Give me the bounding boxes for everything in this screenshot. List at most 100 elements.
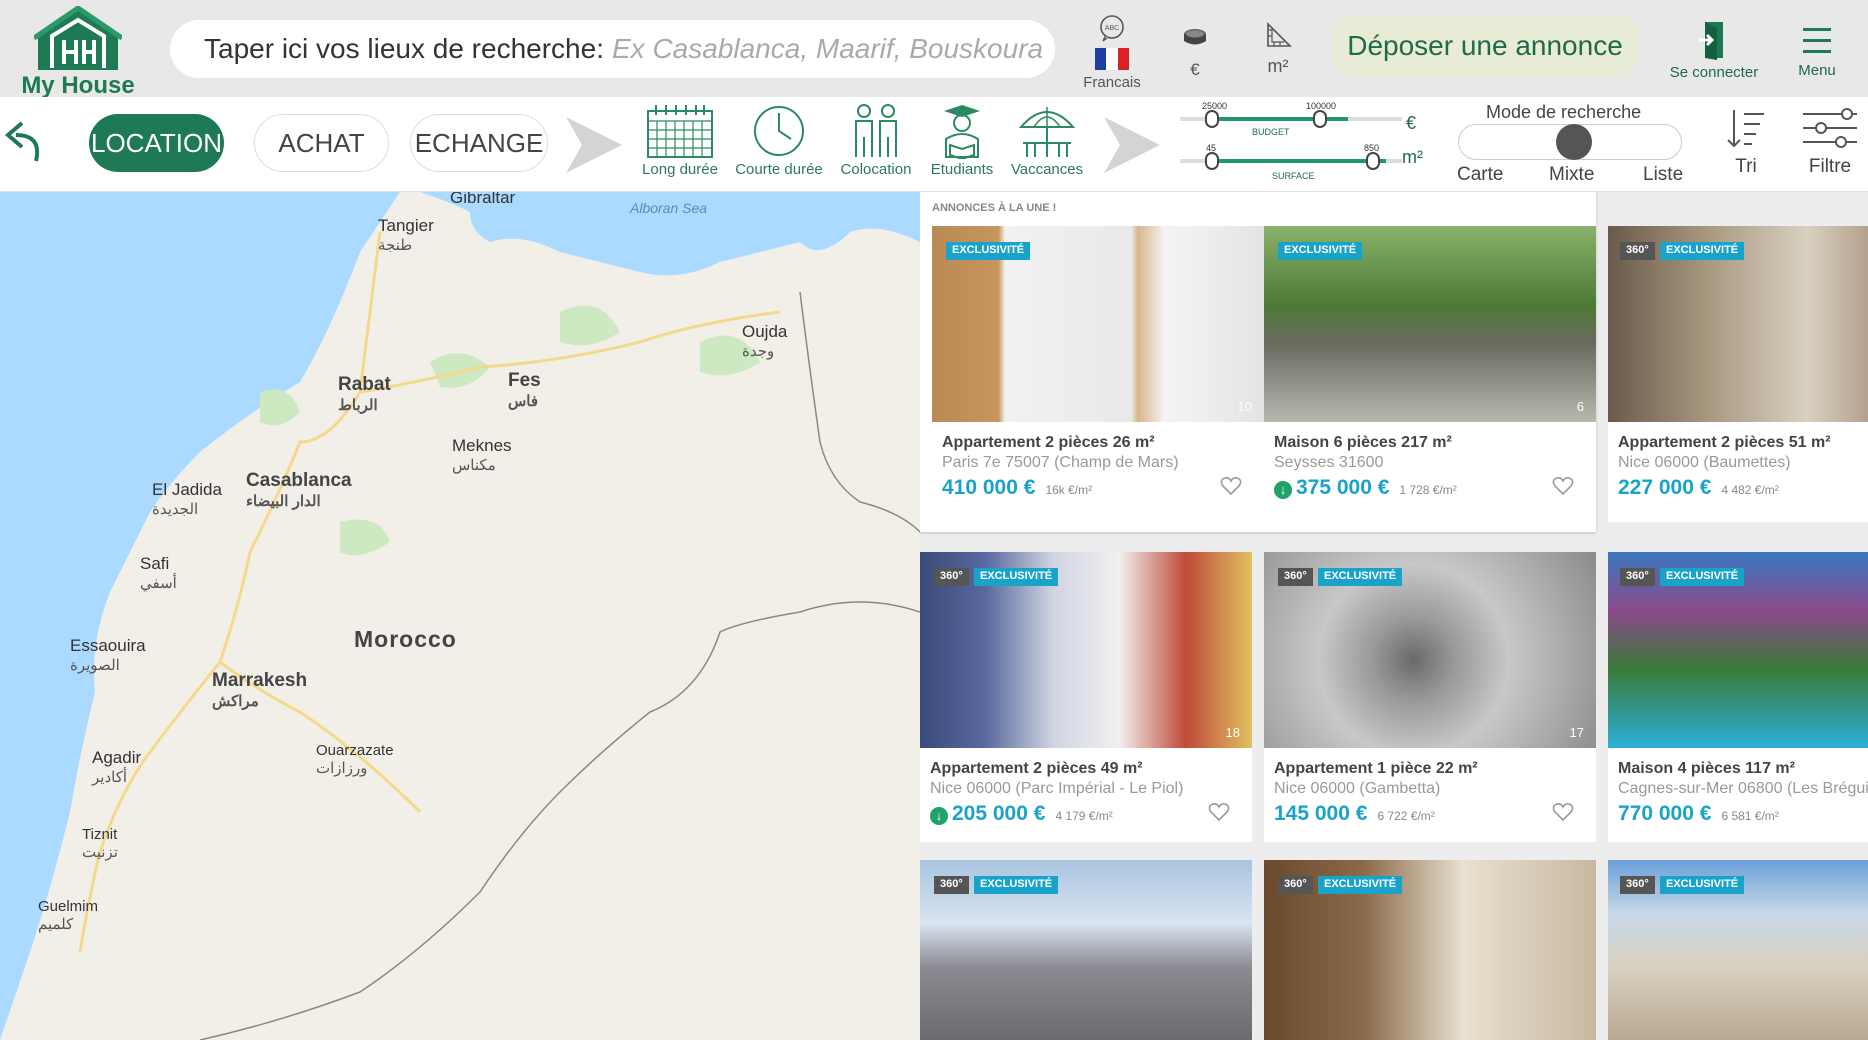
city-meknes[interactable]: Meknes مكناس xyxy=(452,436,512,474)
beach-umbrella-icon xyxy=(1018,107,1076,157)
house-logo-icon xyxy=(34,6,122,70)
city-name-arabic: مراكش xyxy=(212,693,259,710)
tab-location[interactable]: LOCATION xyxy=(89,114,224,172)
listing-photo[interactable]: EXCLUSIVITÉ 6 xyxy=(1264,226,1596,422)
duration-students[interactable]: Etudiants xyxy=(924,103,1000,178)
currency-selector[interactable]: € xyxy=(1178,14,1212,80)
search-input[interactable]: Taper ici vos lieux de recherche: Ex Cas… xyxy=(170,20,1055,78)
listing-title[interactable]: Appartement 1 pièce 22 m² xyxy=(1274,760,1478,778)
listing-card[interactable]: 360° EXCLUSIVITÉ xyxy=(920,860,1252,1040)
tab-echange[interactable]: ECHANGE xyxy=(410,114,548,172)
mode-option-mixte[interactable]: Mixte xyxy=(1549,164,1594,186)
surface-min-handle[interactable] xyxy=(1205,152,1219,170)
listing-photo[interactable]: 360° EXCLUSIVITÉ 17 xyxy=(1264,552,1596,748)
city-name-arabic: كلميم xyxy=(38,916,74,933)
duration-colocation[interactable]: Colocation xyxy=(836,103,916,178)
city-name: Meknes xyxy=(452,436,512,455)
surface-max-handle[interactable] xyxy=(1366,152,1380,170)
exclusive-badge: EXCLUSIVITÉ xyxy=(1660,568,1745,586)
listing-card[interactable]: 360° EXCLUSIVITÉ Maison 4 pièces 117 m² … xyxy=(1608,552,1868,842)
mode-option-liste[interactable]: Liste xyxy=(1643,164,1683,186)
price-per-m2: 6 581 €/m² xyxy=(1721,809,1779,823)
sort-icon xyxy=(1727,110,1764,148)
city-tangier[interactable]: Tangier طنجة xyxy=(378,216,434,254)
duration-short-label: Courte durée xyxy=(735,161,823,178)
360-badge: 360° xyxy=(934,568,969,586)
listing-card[interactable]: 360° EXCLUSIVITÉ 17 Appartement 1 pièce … xyxy=(1264,552,1596,842)
exclusive-badge: EXCLUSIVITÉ xyxy=(974,876,1059,894)
city-rabat[interactable]: Rabat الرباط xyxy=(338,374,391,414)
logo[interactable]: My House xyxy=(18,6,138,99)
budget-min-handle[interactable] xyxy=(1205,110,1219,128)
budget-unit: € xyxy=(1406,113,1417,133)
listing-price: 227 000 € xyxy=(1618,476,1712,499)
duration-holidays[interactable]: Vaccances xyxy=(1006,103,1088,178)
area-unit-selector[interactable]: m² xyxy=(1256,14,1300,77)
chevron-right-icon xyxy=(1104,117,1160,173)
sort-button[interactable]: Tri xyxy=(1726,108,1766,178)
city-name: Oujda xyxy=(742,322,788,341)
city-name: Tiznit xyxy=(82,826,118,843)
city-oujda[interactable]: Oujda وجدة xyxy=(742,322,787,360)
listing-title[interactable]: Appartement 2 pièces 49 m² xyxy=(930,760,1143,778)
listing-title[interactable]: Maison 6 pièces 217 m² xyxy=(1274,434,1452,452)
duration-long[interactable]: Long durée xyxy=(640,103,720,178)
listing-location: Nice 06000 (Parc Impérial - Le Piol) xyxy=(930,780,1184,797)
listing-title[interactable]: Maison 4 pièces 117 m² xyxy=(1618,760,1795,778)
city-essaouira[interactable]: Essaouira الصويرة xyxy=(70,636,146,674)
listing-photo[interactable]: 360° EXCLUSIVITÉ 18 xyxy=(920,552,1252,748)
city-guelmim[interactable]: Guelmim كلميم xyxy=(38,898,98,933)
city-ouarzazate[interactable]: Ouarzazate ورزازات xyxy=(316,742,394,777)
listing-title[interactable]: Appartement 2 pièces 26 m² xyxy=(942,434,1155,452)
featured-title: ANNONCES À LA UNE ! xyxy=(932,202,1057,214)
listing-photo[interactable]: EXCLUSIVITÉ 10 xyxy=(932,226,1264,422)
budget-slider[interactable]: 25000 100000 BUDGET xyxy=(1176,99,1406,139)
listing-photo[interactable]: 360° EXCLUSIVITÉ xyxy=(1264,860,1596,1040)
heart-icon[interactable] xyxy=(1552,802,1574,822)
city-el-jadida[interactable]: El Jadida الجديدة xyxy=(152,480,222,518)
city-tiznit[interactable]: Tiznit تزنيت xyxy=(82,826,118,861)
city-name: Gibraltar xyxy=(450,192,516,207)
surface-slider[interactable]: 45 850 SURFACE xyxy=(1176,141,1406,181)
login-button[interactable]: Se connecter xyxy=(1664,14,1764,81)
photo-count: 17 xyxy=(1569,725,1584,740)
listing-location: Cagnes-sur-Mer 06800 (Les Bréguières) xyxy=(1618,780,1868,797)
listing-photo[interactable]: 360° EXCLUSIVITÉ xyxy=(1608,552,1868,748)
people-icon xyxy=(855,104,897,157)
currency-label: € xyxy=(1190,60,1200,79)
city-gibraltar[interactable]: Gibraltar xyxy=(450,192,515,208)
listing-card[interactable]: EXCLUSIVITÉ 10 Appartement 2 pièces 26 m… xyxy=(932,226,1264,522)
city-casablanca[interactable]: Casablanca الدار البيضاء xyxy=(246,470,352,510)
city-marrakesh[interactable]: Marrakesh مراكش xyxy=(212,670,307,710)
city-safi[interactable]: Safi أسفي xyxy=(140,554,177,592)
listing-card[interactable]: 360° EXCLUSIVITÉ xyxy=(1264,860,1596,1040)
listing-title[interactable]: Appartement 2 pièces 51 m² xyxy=(1618,434,1831,452)
filter-button[interactable]: Filtre xyxy=(1800,108,1860,178)
listing-card[interactable]: 360° EXCLUSIVITÉ 18 Appartement 2 pièces… xyxy=(920,552,1252,842)
search-mode-handle[interactable] xyxy=(1556,124,1592,160)
city-agadir[interactable]: Agadir أكادير xyxy=(92,748,141,786)
budget-max-handle[interactable] xyxy=(1313,110,1327,128)
listing-photo[interactable]: 360° EXCLUSIVITÉ xyxy=(920,860,1252,1040)
tab-achat[interactable]: ACHAT xyxy=(254,114,389,172)
listing-price: 375 000 € xyxy=(1296,476,1390,499)
heart-icon[interactable] xyxy=(1208,802,1230,822)
sort-label: Tri xyxy=(1735,156,1757,177)
map[interactable]: Alboran Sea Gibraltar Tangier طنجة Oujda و… xyxy=(0,192,920,1040)
heart-icon[interactable] xyxy=(1552,476,1574,496)
duration-short[interactable]: Courte durée xyxy=(734,103,824,178)
deposit-ad-button[interactable]: Déposer une annonce xyxy=(1332,15,1638,77)
city-fes[interactable]: Fes فاس xyxy=(508,370,541,410)
listing-card[interactable]: 360° EXCLUSIVITÉ Appartement 2 pièces 51… xyxy=(1608,226,1868,522)
menu-button[interactable]: Menu xyxy=(1792,14,1842,79)
listing-photo[interactable]: 360° EXCLUSIVITÉ xyxy=(1608,860,1868,1040)
sea-label: Alboran Sea xyxy=(630,200,708,216)
mode-option-carte[interactable]: Carte xyxy=(1457,164,1503,186)
back-button[interactable] xyxy=(2,117,46,172)
listing-card[interactable]: EXCLUSIVITÉ 6 Maison 6 pièces 217 m² Sey… xyxy=(1264,226,1596,522)
language-selector[interactable]: ABC Francais xyxy=(1082,14,1142,91)
listing-photo[interactable]: 360° EXCLUSIVITÉ xyxy=(1608,226,1868,422)
listing-card[interactable]: 360° EXCLUSIVITÉ xyxy=(1608,860,1868,1040)
heart-icon[interactable] xyxy=(1220,476,1242,496)
listings-panel[interactable]: ANNONCES À LA UNE ! EXCLUSIVITÉ 10 Appar… xyxy=(920,192,1868,1040)
